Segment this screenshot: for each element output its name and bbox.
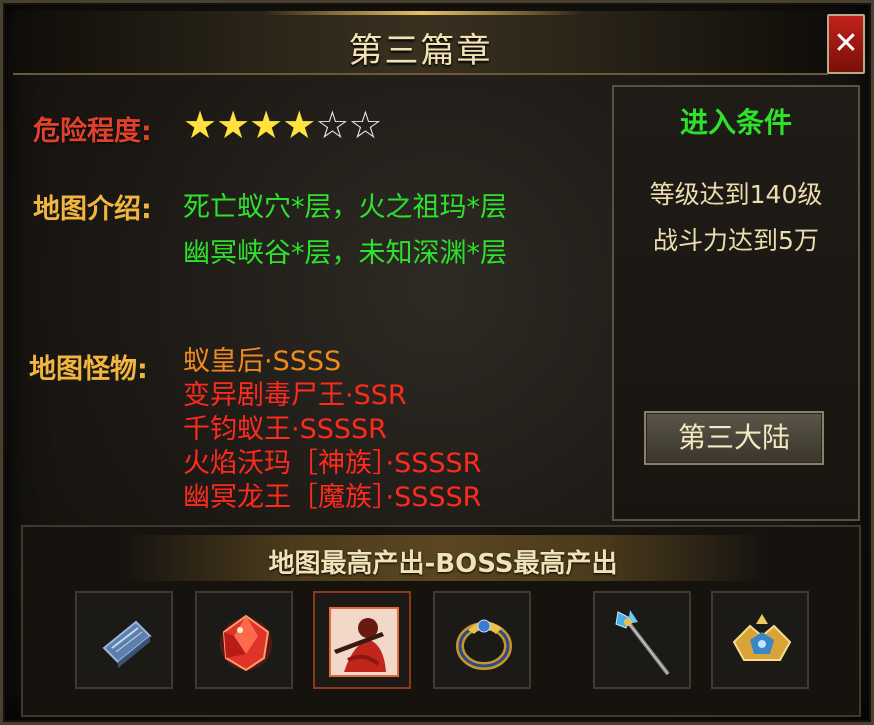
star-empty-icon: ☆ <box>315 103 349 147</box>
star-filled-icon: ★ <box>183 103 217 147</box>
drops-title-bar: 地图最高产出-BOSS最高产出 <box>123 535 763 581</box>
monster-item: 火焰沃玛［神族］·SSSSR <box>183 448 482 479</box>
monster-label: 地图怪物: <box>29 354 148 385</box>
title-bar: 第三篇章 <box>13 11 828 75</box>
hero-portrait-icon <box>329 607 399 677</box>
close-button[interactable]: ✕ <box>827 14 865 74</box>
drops-title: 地图最高产出-BOSS最高产出 <box>268 549 618 579</box>
conditions-title: 进入条件 <box>679 106 792 139</box>
star-empty-icon: ☆ <box>348 103 382 147</box>
continent-button[interactable]: 第三大陆 <box>644 411 824 465</box>
star-filled-icon: ★ <box>282 103 316 147</box>
drop-slot[interactable] <box>195 591 293 689</box>
gold-ring-icon <box>456 619 512 670</box>
title-glow <box>263 11 583 15</box>
condition-power: 战斗力达到5万 <box>653 226 819 255</box>
monster-item: 千钧蚁王·SSSSR <box>183 414 387 445</box>
staff-icon <box>615 610 670 676</box>
intro-line: 幽冥峡谷*层，未知深渊*层 <box>183 238 507 269</box>
condition-level: 等级达到140级 <box>649 180 823 209</box>
monster-item: 幽冥龙王［魔族］·SSSSR <box>183 482 482 513</box>
drops-area: 地图最高产出-BOSS最高产出 <box>21 525 861 717</box>
chapter-panel: 第三篇章 ✕ 危险程度: ★★★★☆☆ 地图介绍: 死亡蚁穴*层，火之祖玛*层 … <box>0 0 874 725</box>
blue-book-icon <box>102 620 152 668</box>
monster-item: 蚁皇后·SSSS <box>183 346 342 377</box>
page-title: 第三篇章 <box>348 31 493 71</box>
map-info: 危险程度: ★★★★☆☆ 地图介绍: 死亡蚁穴*层，火之祖玛*层 幽冥峡谷*层，… <box>21 85 609 521</box>
drop-slot[interactable] <box>75 591 173 689</box>
intro-line: 死亡蚁穴*层，火之祖玛*层 <box>183 192 507 223</box>
red-gem-icon <box>220 614 272 672</box>
intro-label: 地图介绍: <box>33 194 152 225</box>
star-filled-icon: ★ <box>249 103 283 147</box>
drop-slot[interactable] <box>433 591 531 689</box>
gold-armor-icon <box>732 614 792 661</box>
monster-item: 变异剧毒尸王·SSR <box>183 380 407 411</box>
drop-slot[interactable] <box>313 591 411 689</box>
entry-conditions: 进入条件 等级达到140级 战斗力达到5万 第三大陆 <box>612 85 860 521</box>
drop-slot[interactable] <box>711 591 809 689</box>
drop-slot[interactable] <box>593 591 691 689</box>
danger-stars: ★★★★☆☆ <box>183 103 382 147</box>
star-filled-icon: ★ <box>216 103 250 147</box>
danger-label: 危险程度: <box>33 116 152 147</box>
